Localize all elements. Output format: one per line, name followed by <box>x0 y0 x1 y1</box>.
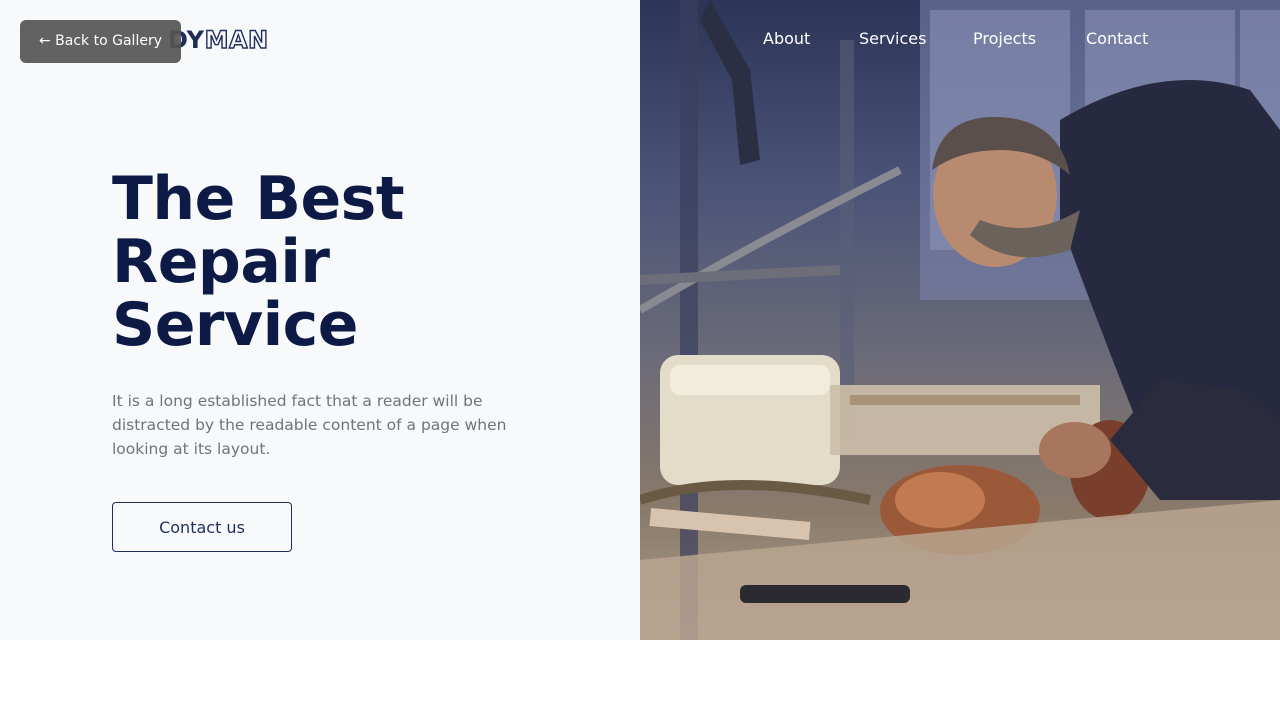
hero-description: It is a long established fact that a rea… <box>112 392 507 458</box>
back-to-gallery-button[interactable]: ← Back to Gallery <box>20 20 181 63</box>
hero-section: DYMAN The Best Repair Service It is a lo… <box>0 0 1280 640</box>
hero-headline: The Best Repair Service <box>112 168 532 357</box>
mechanic-photo-illustration <box>640 0 1280 640</box>
brand-logo[interactable]: DYMAN <box>168 25 269 54</box>
nav-link-services[interactable]: Services <box>859 29 926 48</box>
nav-link-contact[interactable]: Contact <box>1086 29 1148 48</box>
headline-line-3: Service <box>112 290 358 360</box>
contact-us-button[interactable]: Contact us <box>112 502 292 552</box>
hero-left-pane: DYMAN The Best Repair Service It is a lo… <box>0 0 640 640</box>
nav-link-projects[interactable]: Projects <box>973 29 1036 48</box>
headline-line-1: The Best <box>112 164 405 234</box>
nav-link-about[interactable]: About <box>763 29 810 48</box>
logo-outline-text: MAN <box>204 25 269 54</box>
headline-line-2: Repair <box>112 227 330 297</box>
hero-image <box>640 0 1280 640</box>
